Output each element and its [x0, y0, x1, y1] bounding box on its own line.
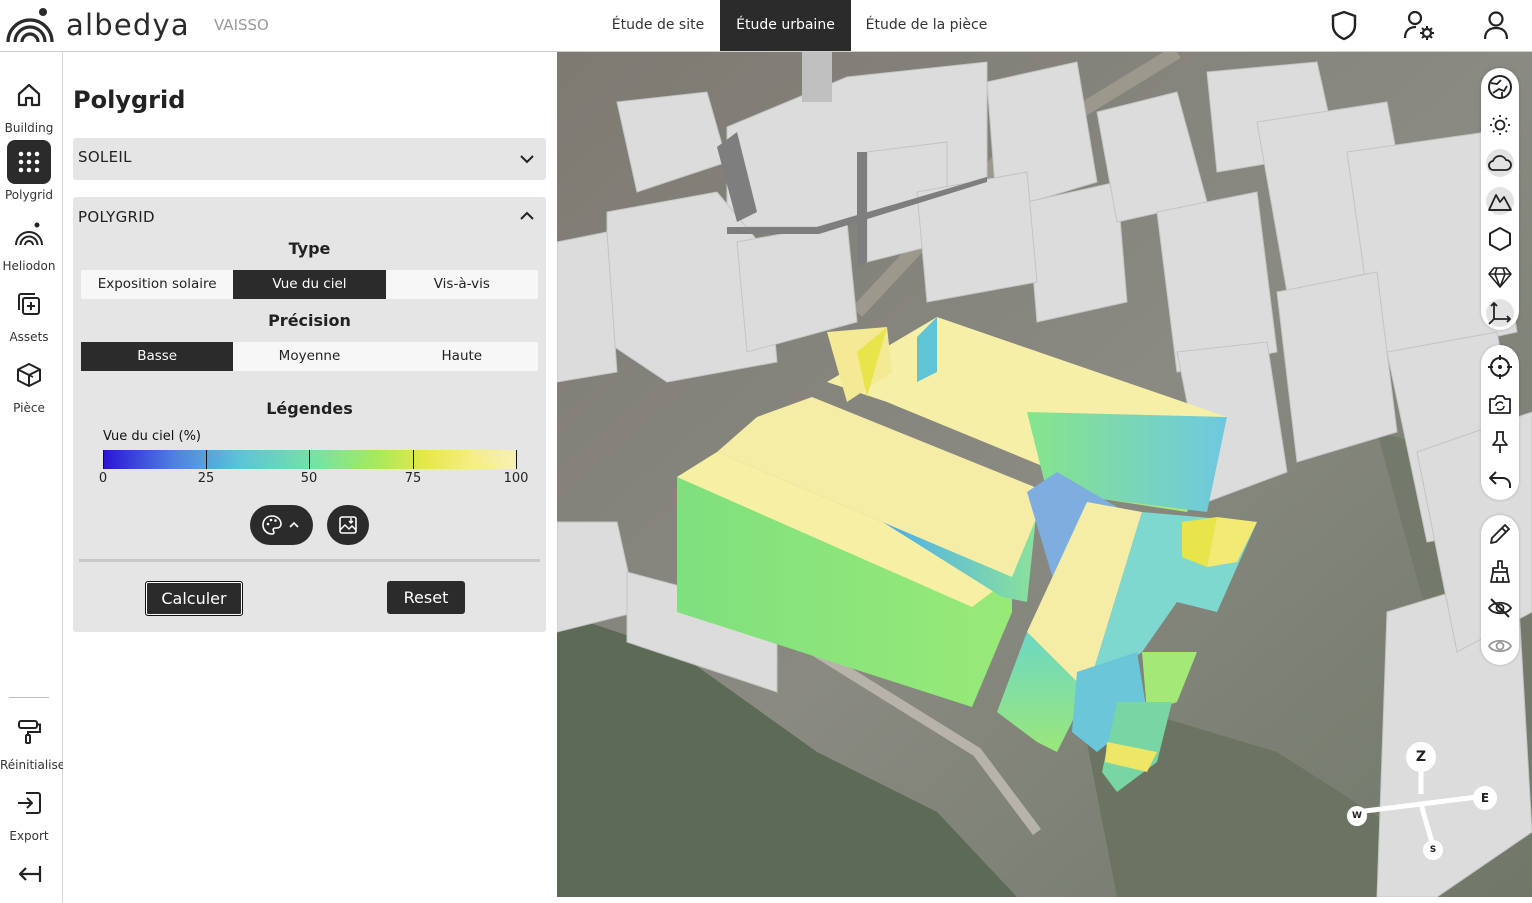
legend-tick [103, 450, 104, 469]
tab-etude-urbaine[interactable]: Étude urbaine [720, 0, 851, 51]
top-header: albedya VAISSO Étude de site Étude urbai… [0, 0, 1532, 52]
map-toolbar-edit [1481, 515, 1519, 665]
heliodon-icon [7, 211, 51, 255]
legend-tick-label: 100 [503, 471, 529, 486]
type-option-vue-du-ciel[interactable]: Vue du ciel [233, 270, 386, 299]
map-toolbar-camera [1481, 345, 1519, 500]
chevron-down-icon [518, 150, 536, 168]
legend-tick-label: 50 [300, 471, 318, 486]
type-title: Type [288, 239, 331, 258]
compass-north: Z [1406, 742, 1436, 772]
target-icon[interactable] [1486, 353, 1514, 381]
rail-item-building[interactable]: Building [0, 73, 58, 135]
project-name: VAISSO [214, 16, 269, 34]
accordion-soleil[interactable]: SOLEIL [73, 138, 546, 180]
rail-separator [9, 697, 49, 698]
type-option-exposition-solaire[interactable]: Exposition solaire [81, 270, 233, 299]
cube-icon [7, 353, 51, 397]
compass-widget[interactable]: Z E W S [1337, 734, 1497, 864]
camera-rotate-icon[interactable] [1486, 390, 1514, 418]
map-3d-view[interactable]: Z E W S [557, 52, 1532, 897]
brand-name: albedya [66, 8, 190, 42]
hexagon-icon[interactable] [1486, 225, 1514, 253]
undo-icon[interactable] [1486, 465, 1514, 493]
pin-icon[interactable] [1486, 428, 1514, 456]
compass-east: E [1473, 786, 1497, 810]
user-settings-icon[interactable] [1402, 8, 1436, 42]
axes-icon[interactable] [1486, 299, 1514, 327]
legend-tick-label: 0 [98, 471, 108, 486]
rail-label-export: Export [9, 829, 49, 843]
tab-etude-de-la-piece[interactable]: Étude de la pièce [860, 0, 993, 51]
grid-dots-icon [7, 140, 51, 184]
legend-tick [206, 450, 207, 469]
legend-title: Légendes [266, 399, 353, 418]
rail-item-export[interactable]: Export [0, 781, 58, 843]
add-asset-icon [7, 282, 51, 326]
accordion-soleil-label: SOLEIL [78, 148, 132, 166]
brush-icon[interactable] [1486, 557, 1514, 585]
rail-item-assets[interactable]: Assets [0, 282, 58, 344]
rail-label-piece: Pièce [13, 401, 45, 415]
terrain-icon[interactable] [1486, 187, 1514, 215]
map-toolbar-layers [1481, 68, 1519, 330]
rail-item-reinitialiser[interactable]: Réinitialiser [0, 710, 71, 772]
rail-item-piece[interactable]: Pièce [0, 353, 58, 415]
panel-divider [79, 559, 540, 562]
rail-label-heliodon: Heliodon [2, 259, 56, 273]
precision-selector: Basse Moyenne Haute [81, 342, 538, 371]
rail-label-assets: Assets [9, 330, 49, 344]
legend-label: Vue du ciel (%) [103, 429, 202, 444]
compass-south: S [1423, 840, 1443, 860]
type-selector: Exposition solaire Vue du ciel Vis-à-vis [81, 270, 538, 299]
panel-title: Polygrid [73, 86, 186, 114]
reset-button[interactable]: Reset [387, 581, 465, 614]
sun-icon[interactable] [1486, 111, 1514, 139]
rail-item-polygrid[interactable]: Polygrid [0, 140, 58, 202]
globe-icon[interactable] [1486, 73, 1514, 101]
export-icon [7, 781, 51, 825]
rail-label-reinitialiser: Réinitialiser [0, 758, 71, 772]
legend-tick [309, 450, 310, 469]
legend-tick [413, 450, 414, 469]
legend-tick-label: 25 [197, 471, 215, 486]
collapse-left-icon [7, 852, 51, 896]
pencil-icon[interactable] [1486, 520, 1514, 548]
albedya-logo[interactable] [4, 4, 56, 44]
accordion-polygrid-label[interactable]: POLYGRID [78, 208, 155, 226]
tab-etude-de-site[interactable]: Étude de site [602, 0, 714, 51]
precision-option-moyenne[interactable]: Moyenne [233, 342, 385, 371]
home-icon [7, 73, 51, 117]
precision-title: Précision [268, 311, 351, 330]
collapse-sidebar-button[interactable] [0, 852, 58, 896]
palette-icon [261, 515, 299, 535]
palette-button[interactable] [250, 505, 313, 545]
legend-tick [516, 450, 517, 469]
compass-west: W [1347, 806, 1367, 826]
accordion-polygrid: POLYGRID Type Exposition solaire Vue du … [73, 197, 546, 632]
paint-roller-icon [7, 710, 51, 754]
precision-option-basse[interactable]: Basse [81, 342, 234, 371]
user-icon[interactable] [1479, 8, 1513, 42]
rail-label-building: Building [4, 121, 54, 135]
eye-off-icon[interactable] [1486, 594, 1514, 622]
left-rail: Building Polygrid Heliodon Assets Pièce … [0, 52, 71, 903]
precision-option-haute[interactable]: Haute [386, 342, 538, 371]
type-option-vis-a-vis[interactable]: Vis-à-vis [386, 270, 538, 299]
rail-item-heliodon[interactable]: Heliodon [0, 211, 58, 273]
diamond-icon[interactable] [1486, 263, 1514, 291]
rail-label-polygrid: Polygrid [4, 188, 54, 202]
calculate-button[interactable]: Calculer [145, 581, 243, 616]
legend-tick-label: 75 [404, 471, 422, 486]
cloud-icon[interactable] [1486, 149, 1514, 177]
shield-icon[interactable] [1327, 8, 1361, 42]
polygrid-panel: Polygrid SOLEIL POLYGRID Type Exposition… [63, 52, 557, 903]
eye-icon[interactable] [1486, 632, 1514, 660]
chevron-up-icon[interactable] [518, 207, 536, 225]
export-image-button[interactable] [327, 505, 369, 545]
image-export-icon [339, 516, 357, 534]
